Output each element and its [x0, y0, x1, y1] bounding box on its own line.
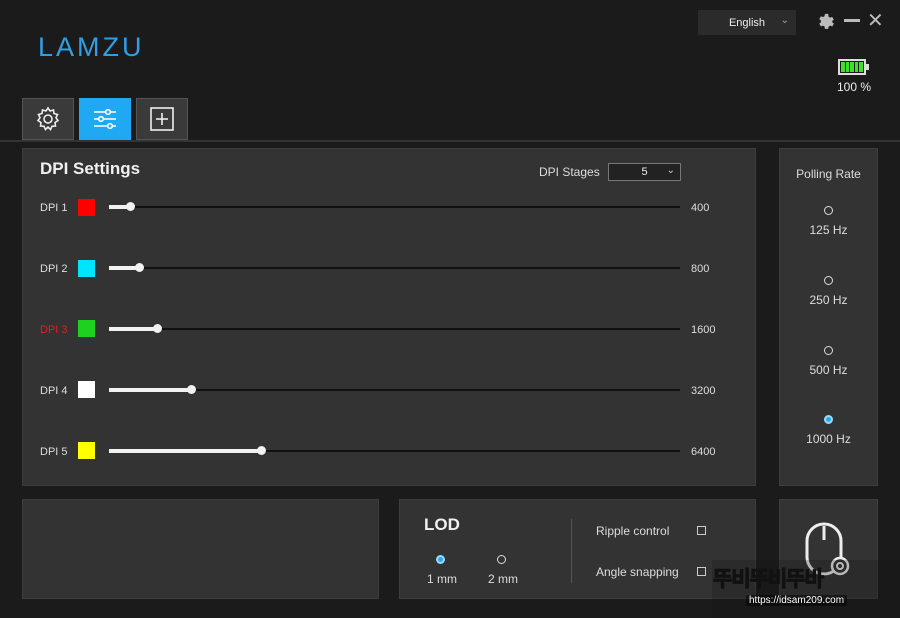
minimize-icon[interactable]	[844, 19, 860, 22]
polling-1000-radio[interactable]	[824, 415, 833, 424]
dpi-stages-value: 5	[641, 166, 648, 178]
ripple-control-checkbox[interactable]	[697, 526, 706, 535]
battery-percentage: 100 %	[836, 80, 872, 94]
dpi-2-color-swatch[interactable]	[78, 260, 95, 277]
tab-settings[interactable]	[22, 98, 74, 140]
plus-box-icon	[150, 107, 174, 131]
watermark-url: https://idsam209.com	[746, 595, 848, 606]
dpi-5-slider[interactable]	[109, 446, 680, 455]
dpi-2-slider[interactable]	[109, 263, 680, 272]
angle-snapping-label[interactable]: Angle snapping	[596, 565, 679, 579]
dpi-3-color-swatch[interactable]	[78, 320, 95, 337]
dpi-3-slider[interactable]	[109, 324, 680, 333]
dpi-5-value: 6400	[691, 446, 716, 458]
lod-1mm-label[interactable]: 1 mm	[427, 572, 457, 586]
slider-handle[interactable]	[257, 446, 266, 455]
lod-divider	[571, 519, 572, 583]
dpi-1-color-swatch[interactable]	[78, 199, 95, 216]
tab-bar-divider	[0, 140, 900, 142]
slider-fill	[109, 449, 261, 453]
tab-macro[interactable]	[136, 98, 188, 140]
polling-500-radio[interactable]	[824, 346, 833, 355]
dpi-2-value: 800	[691, 263, 710, 275]
polling-500-label[interactable]: 500 Hz	[779, 363, 878, 377]
slider-handle[interactable]	[153, 324, 162, 333]
angle-snapping-checkbox[interactable]	[697, 567, 706, 576]
lod-title: LOD	[424, 515, 460, 534]
dpi-3-value: 1600	[691, 324, 716, 336]
dpi-stages-select[interactable]: 5 ⌄	[608, 163, 681, 181]
polling-1000-label[interactable]: 1000 Hz	[779, 432, 878, 446]
sliders-icon	[94, 108, 116, 130]
watermark-title: 뚜비뚜비뚜바	[713, 568, 825, 592]
dpi-1-slider[interactable]	[109, 202, 680, 211]
language-value: English	[728, 16, 766, 29]
dpi-settings-title: DPI Settings	[40, 159, 141, 178]
battery-icon	[838, 59, 866, 75]
language-select[interactable]: English ⌄	[698, 10, 796, 35]
dpi-5-label[interactable]: DPI 5	[40, 446, 68, 458]
polling-rate-title: Polling Rate	[796, 167, 861, 181]
lod-2mm-radio[interactable]	[497, 555, 506, 564]
dpi-stages-label: DPI Stages	[539, 165, 600, 179]
slider-handle[interactable]	[187, 385, 196, 394]
tab-performance[interactable]	[79, 98, 131, 140]
dpi-1-value: 400	[691, 202, 710, 214]
dpi-1-label[interactable]: DPI 1	[40, 202, 68, 214]
gear-icon	[36, 106, 60, 131]
dpi-4-value: 3200	[691, 385, 716, 397]
slider-handle[interactable]	[135, 263, 144, 272]
slider-fill	[109, 327, 157, 331]
polling-125-radio[interactable]	[824, 206, 833, 215]
dpi-settings-panel	[22, 148, 756, 486]
dpi-5-color-swatch[interactable]	[78, 442, 95, 459]
dpi-2-label[interactable]: DPI 2	[40, 263, 68, 275]
ripple-control-label[interactable]: Ripple control	[596, 524, 669, 538]
dpi-4-label[interactable]: DPI 4	[40, 385, 68, 397]
polling-125-label[interactable]: 125 Hz	[779, 223, 878, 237]
settings-icon[interactable]	[816, 10, 836, 32]
slider-handle[interactable]	[126, 202, 135, 211]
polling-250-radio[interactable]	[824, 276, 833, 285]
slider-fill	[109, 388, 191, 392]
chevron-down-icon: ⌄	[780, 15, 789, 26]
chevron-down-icon: ⌄	[666, 165, 675, 176]
dpi-4-slider[interactable]	[109, 385, 680, 394]
battery-tip	[866, 64, 869, 70]
dpi-3-label[interactable]: DPI 3	[40, 324, 68, 336]
dpi-4-color-swatch[interactable]	[78, 381, 95, 398]
lod-1mm-radio[interactable]	[436, 555, 445, 564]
app-logo: LAMZU	[38, 32, 145, 62]
lod-2mm-label[interactable]: 2 mm	[488, 572, 518, 586]
close-icon[interactable]: ✕	[867, 10, 884, 32]
empty-panel	[22, 499, 379, 599]
polling-250-label[interactable]: 250 Hz	[779, 293, 878, 307]
